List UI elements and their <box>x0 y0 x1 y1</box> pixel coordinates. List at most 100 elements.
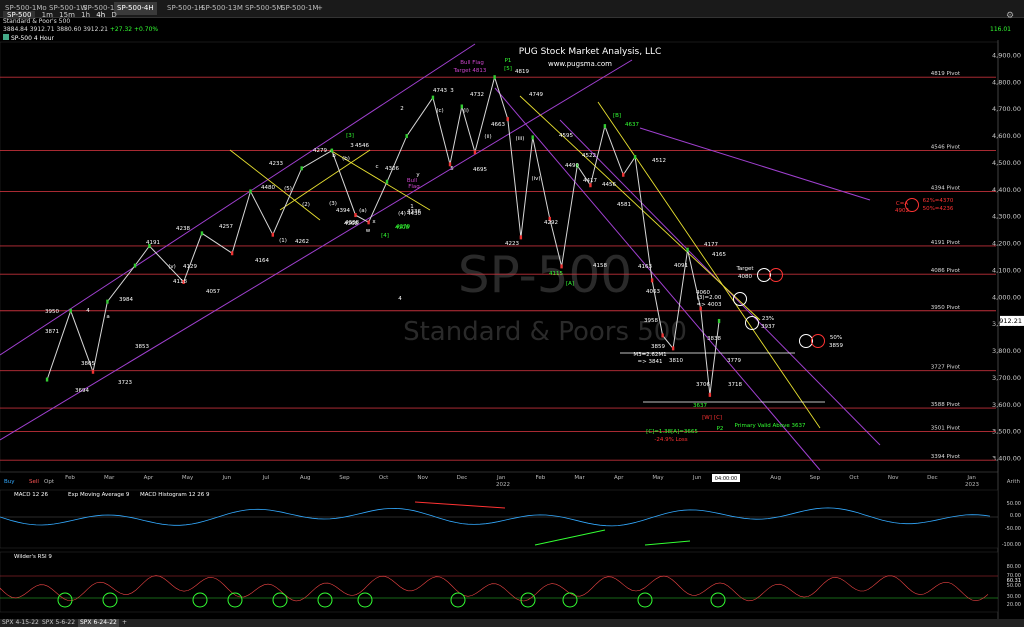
wave-annotation: 4279 <box>313 148 327 154</box>
price-bar <box>91 369 95 374</box>
settings-gear-icon[interactable]: ⚙ <box>1006 11 1014 21</box>
rsi-panel <box>0 551 999 613</box>
workspace-tab-2[interactable]: SPX 5-6-22 <box>40 619 77 627</box>
price-bar <box>531 135 534 140</box>
price-tick-label: 4,100.00 <box>992 266 1021 274</box>
price-bar <box>330 148 334 153</box>
price-tick-label: 4,600.00 <box>992 132 1021 140</box>
wave-annotation: Bull Flag <box>460 60 484 66</box>
price-bar <box>106 299 109 304</box>
workspace-tab-3[interactable]: SPX 6-24-22 <box>78 619 119 627</box>
date-tick-label: Mar <box>104 475 115 481</box>
wave-annotation: 4749 <box>529 92 543 98</box>
price-tick-label: 4,400.00 <box>992 186 1021 194</box>
price-bar <box>708 392 712 397</box>
wave-annotation: 1 <box>410 204 414 210</box>
sell-tool: Sell <box>29 479 39 485</box>
wave-annotation: 4306 <box>385 166 399 172</box>
price-bar <box>603 124 607 129</box>
chart-canvas[interactable]: SP-500Standard & Poors 500PUG Stock Mark… <box>0 0 1024 627</box>
date-tick-label: Jun <box>222 475 232 481</box>
workspace-tab-bar: SPX 4-15-22 SPX 5-6-22 SPX 6-24-22 + <box>0 619 1024 627</box>
wave-annotation: 3937 <box>761 324 775 330</box>
legend-swatch <box>3 34 9 40</box>
wave-annotation: 4546 <box>355 143 369 149</box>
wave-annotation: 3 <box>350 143 354 149</box>
wave-annotation: 4512 <box>652 158 666 164</box>
date-tick-label: Sep <box>339 475 350 481</box>
wave-annotation: (4) <box>398 211 406 217</box>
wave-annotation: P2 <box>717 426 724 432</box>
interval-1h[interactable]: 1h <box>81 11 90 19</box>
date-tick-label: Nov <box>417 475 428 481</box>
axis-cursor-label: 04:00:00 <box>715 476 737 482</box>
wave-annotation: 4 <box>86 308 90 314</box>
wave-annotation: (iv) <box>531 176 540 182</box>
price-bar <box>519 235 523 240</box>
wave-annotation: [W] <box>702 415 712 421</box>
wave-annotation: 3723 <box>118 380 132 386</box>
wave-annotation: (2) <box>302 202 310 208</box>
rsi-last-value: 60.31 <box>1007 578 1021 584</box>
workspace-tab-1[interactable]: SPX 4-15-22 <box>0 619 41 627</box>
price-tick-label: 4,900.00 <box>992 51 1021 59</box>
wave-annotation: (3)=2.00 <box>697 295 722 301</box>
date-tick-label: Dec <box>927 475 938 481</box>
date-tick-label: Oct <box>849 475 859 481</box>
wave-annotation: 3718 <box>728 382 742 388</box>
price-tick-label: 4,500.00 <box>992 159 1021 167</box>
wave-annotation: 4223 <box>505 241 519 247</box>
price-tick-label: 4,700.00 <box>992 105 1021 113</box>
date-tick-label: Apr <box>614 475 624 481</box>
wave-annotation: 4456 <box>602 182 616 188</box>
main-legend[interactable]: SP-500 4 Hour <box>3 34 54 42</box>
axis-corner-label: Arith <box>1007 479 1021 485</box>
interval-4h[interactable]: 4h <box>96 11 105 19</box>
wave-annotation: (1) <box>279 238 287 244</box>
price-tick-label: 4,200.00 <box>992 240 1021 248</box>
workspace-add-icon[interactable]: + <box>120 619 129 627</box>
pivot-label: 4546 Pivot <box>931 145 961 151</box>
wave-annotation: 62%=4370 <box>923 198 954 204</box>
wave-annotation: 4158 <box>593 263 607 269</box>
wave-annotation: [C] <box>714 415 722 421</box>
wave-annotation: 4238 <box>176 226 190 232</box>
rsi-axis-label: 30.00 <box>1007 594 1021 600</box>
macd-last-value: -30.80 <box>1005 520 1021 526</box>
header-title: PUG Stock Market Analysis, LLC <box>519 47 662 57</box>
price-bar <box>385 179 389 184</box>
wave-annotation: 4115 <box>549 271 563 277</box>
date-tick-label: Mar <box>574 475 585 481</box>
price-bar <box>560 264 563 269</box>
wave-annotation: 3706 <box>696 382 710 388</box>
wave-annotation: 5 <box>450 166 454 172</box>
price-tick-label: 3,500.00 <box>992 428 1021 436</box>
wave-annotation: 4743 <box>433 88 447 94</box>
wave-annotation: 4118 <box>173 279 187 285</box>
price-bar <box>271 232 275 237</box>
ohlc-values: 3884.84 3912.71 3880.60 3912.21 <box>3 26 108 33</box>
wave-annotation: 4262 <box>295 239 309 245</box>
rsi-axis-label: 20.00 <box>1007 602 1021 608</box>
date-tick-label: Feb <box>65 475 75 481</box>
date-tick-label: May <box>182 475 194 481</box>
price-tick-label: 3,800.00 <box>992 347 1021 355</box>
wave-annotation: 4177 <box>704 242 718 248</box>
wave-annotation: [5] <box>504 66 512 72</box>
date-tick-label: Oct <box>379 475 389 481</box>
watermark-symbol: SP-500 <box>458 246 632 304</box>
macd-legend-hist: MACD Histogram 12 26 9 <box>140 492 210 498</box>
pivot-label: 3950 Pivot <box>931 305 961 311</box>
wave-annotation: => 3841 <box>638 359 663 365</box>
wave-annotation: 4819 <box>515 69 529 75</box>
wave-annotation: 4306 <box>395 225 409 231</box>
pivot-label: 3588 Pivot <box>931 402 961 408</box>
interval-d[interactable]: D <box>111 11 116 19</box>
wave-annotation: (b) <box>342 156 350 162</box>
price-bar <box>431 95 435 100</box>
change-value: +27.32 +0.70% <box>109 26 159 33</box>
wave-annotation: 50% <box>830 335 842 341</box>
wave-annotation: b <box>332 153 336 159</box>
wave-annotation: 2 <box>400 106 404 112</box>
wave-annotation: c <box>375 164 378 170</box>
